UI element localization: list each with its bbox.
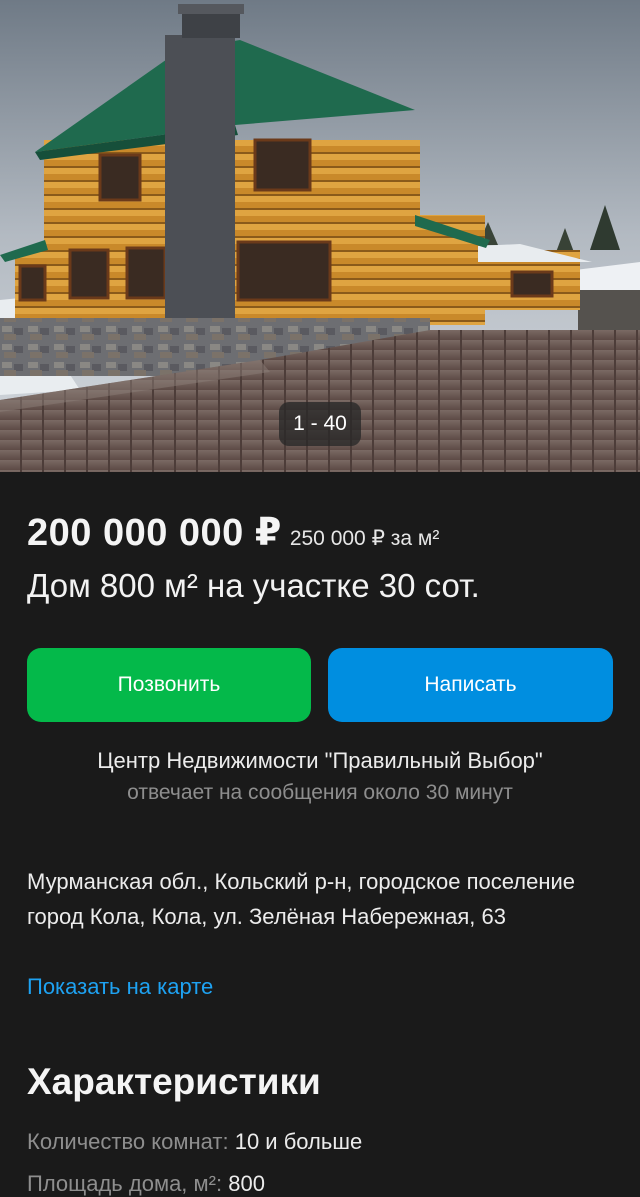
- photo-gallery[interactable]: 1 - 40: [0, 0, 640, 472]
- characteristics-title: Характеристики: [27, 1061, 321, 1102]
- photo-counter: 1 - 40: [279, 402, 361, 446]
- seller-reply-time: отвечает на сообщения около 30 минут: [127, 781, 513, 804]
- price: 200 000 000 ₽: [27, 512, 282, 554]
- show-on-map-link[interactable]: Показать на карте: [27, 974, 213, 1000]
- address: Мурманская обл., Кольский р-н, городское…: [27, 869, 576, 929]
- price-row: 200 000 000 ₽ 250 000 ₽ за м²: [27, 510, 439, 555]
- spec-row: Площадь дома, м²: 800: [27, 1171, 265, 1197]
- spec-value: 800: [228, 1171, 265, 1196]
- call-button[interactable]: Позвонить: [27, 648, 311, 722]
- spec-value: 10 и больше: [234, 1129, 363, 1154]
- spec-label: Количество комнат:: [27, 1129, 229, 1154]
- listing-title: Дом 800 м² на участке 30 сот.: [27, 567, 480, 604]
- seller-info: Центр Недвижимости "Правильный Выбор" от…: [0, 745, 640, 809]
- spec-row: Количество комнат: 10 и больше: [27, 1129, 362, 1155]
- spec-label: Площадь дома, м²:: [27, 1171, 223, 1196]
- price-per-m2: 250 000 ₽ за м²: [289, 527, 440, 550]
- message-button[interactable]: Написать: [328, 648, 613, 722]
- seller-name[interactable]: Центр Недвижимости "Правильный Выбор": [0, 745, 640, 777]
